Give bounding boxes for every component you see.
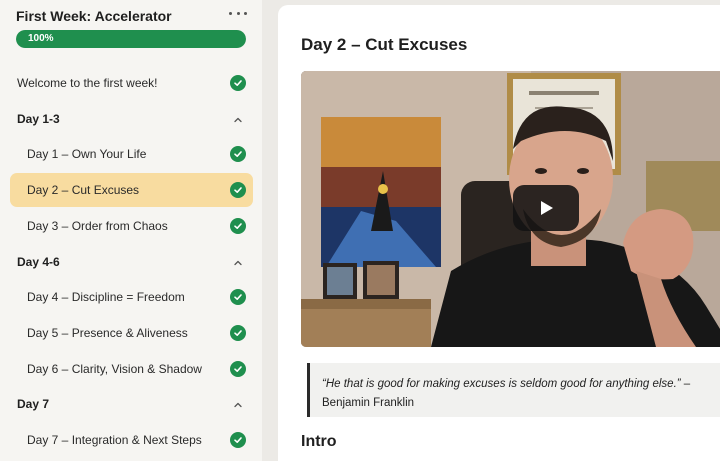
section-label: Day 1-3 (17, 111, 60, 126)
check-circle-icon (230, 217, 246, 234)
check-circle-icon (230, 75, 246, 91)
section-header-day-1-3[interactable]: Day 1-3 (10, 102, 253, 136)
lesson-item-day-2-cut-excuses[interactable]: Day 2 – Cut Excuses (10, 173, 253, 208)
section-header-day-4-6[interactable]: Day 4-6 (10, 245, 253, 279)
check-circle-icon (230, 360, 246, 377)
section-label: Day 7 (17, 397, 50, 412)
lesson-label: Welcome to the first week! (17, 76, 158, 90)
chevron-up-icon[interactable] (232, 398, 244, 410)
video-player[interactable] (301, 71, 720, 347)
video-thumbnail (301, 71, 720, 347)
lesson-label: Day 4 – Discipline = Freedom (27, 290, 185, 305)
quote-text: “He that is good for making excuses is s… (322, 378, 681, 390)
check-circle-icon (230, 432, 246, 448)
lesson-item-day-7-integration-next-steps[interactable]: Day 7 – Integration & Next Steps (10, 423, 253, 457)
lesson-item-day-1-own-your-life[interactable]: Day 1 – Own Your Life (10, 137, 253, 171)
check-circle-icon (230, 146, 246, 163)
check-circle-icon (230, 324, 246, 341)
quote-block: “He that is good for making excuses is s… (307, 363, 720, 417)
check-circle-icon (230, 182, 246, 199)
lesson-label: Day 1 – Own Your Life (27, 147, 147, 162)
progress-bar: 100% (16, 30, 246, 48)
lesson-title: Day 2 – Cut Excuses (301, 35, 468, 54)
section-label: Day 4-6 (17, 254, 60, 269)
lesson-item-day-5-presence-aliveness[interactable]: Day 5 – Presence & Aliveness (10, 316, 253, 350)
lesson-item-day-6-clarity-vision-shadow[interactable]: Day 6 – Clarity, Vision & Shadow (10, 352, 253, 386)
lesson-item-welcome-to-the-first-week[interactable]: Welcome to the first week! (10, 66, 253, 100)
app: First Week: Accelerator 100% Welcome to … (0, 0, 720, 461)
course-title: First Week: Accelerator (16, 8, 172, 24)
lesson-label: Day 3 – Order from Chaos (27, 218, 168, 233)
lesson-label: Day 5 – Presence & Aliveness (27, 325, 188, 340)
more-options-icon[interactable] (229, 6, 247, 20)
play-button[interactable] (513, 185, 579, 231)
play-icon (541, 201, 553, 215)
chevron-up-icon[interactable] (232, 256, 244, 268)
lesson-item-day-3-order-from-chaos[interactable]: Day 3 – Order from Chaos (10, 209, 253, 243)
lesson-content: Day 2 – Cut Excuses “He that is good for… (278, 5, 720, 461)
lesson-label: Day 2 – Cut Excuses (27, 183, 140, 198)
chevron-up-icon[interactable] (232, 113, 244, 125)
progress-label: 100% (28, 33, 54, 44)
lesson-item-day-4-discipline-freedom[interactable]: Day 4 – Discipline = Freedom (10, 280, 253, 314)
course-sidebar: First Week: Accelerator 100% Welcome to … (0, 0, 262, 461)
section-header-day-7[interactable]: Day 7 (10, 387, 253, 421)
check-circle-icon (230, 289, 246, 306)
lesson-label: Day 7 – Integration & Next Steps (27, 433, 202, 447)
lesson-label: Day 6 – Clarity, Vision & Shadow (27, 361, 202, 376)
section-heading-intro: Intro (301, 433, 337, 450)
